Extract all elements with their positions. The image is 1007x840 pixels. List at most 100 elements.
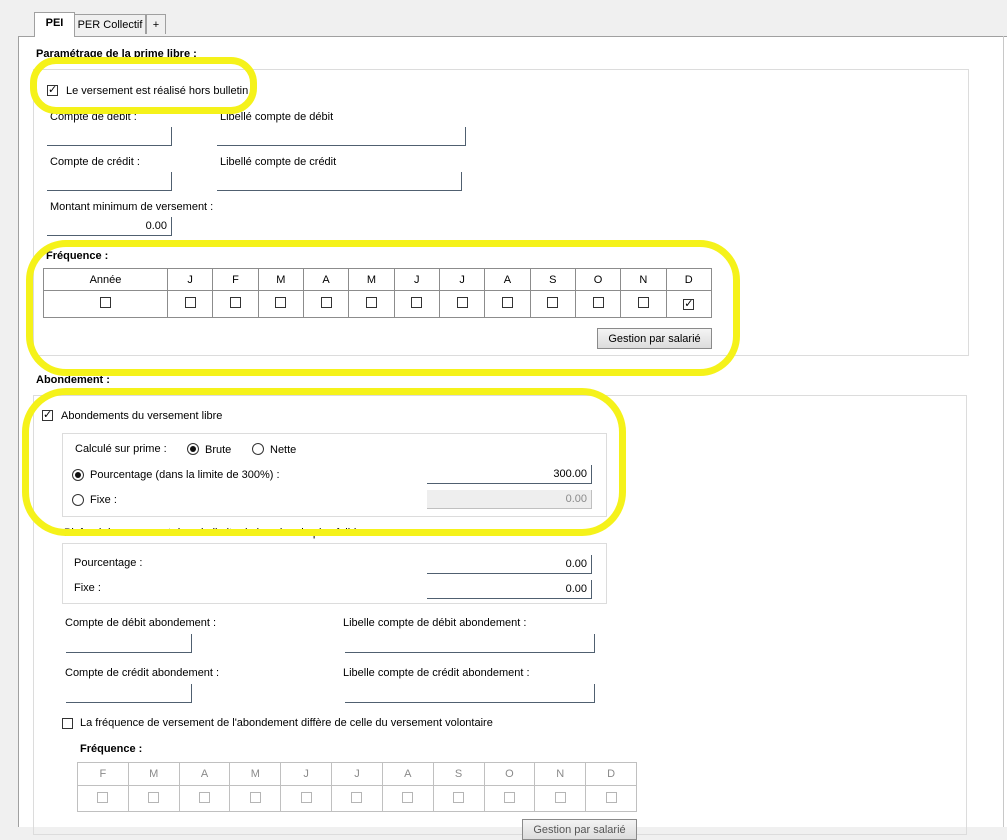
frequence-check-cell — [483, 785, 536, 812]
frequence-header-cell: A — [381, 762, 434, 786]
libelle-debit-label: Libellé compte de débit — [220, 111, 334, 123]
frequence-checkbox[interactable] — [411, 297, 423, 308]
frequence-checkbox[interactable] — [592, 297, 604, 308]
libelle-credit-input[interactable] — [217, 172, 462, 191]
libelle-credit-label: Libellé compte de crédit — [220, 156, 337, 168]
frequence-header-cell: M — [348, 268, 395, 291]
frequence-header-cell: M — [127, 762, 180, 786]
abondement-section-title: Abondement : — [36, 374, 110, 386]
pourcentage-input[interactable]: 300.00 — [427, 465, 592, 484]
tab-per-collectif[interactable]: PER Collectif — [74, 14, 146, 34]
prime-gestion-button[interactable]: Gestion par salarié — [597, 328, 712, 349]
frequence-checkbox[interactable] — [547, 297, 559, 308]
plafond-fixe-label: Fixe : — [74, 582, 101, 594]
frequence-checkbox[interactable] — [229, 297, 241, 308]
frequence-checkbox[interactable] — [249, 791, 261, 803]
frequence-check-cell — [229, 785, 282, 812]
frequence-header-cell: A — [178, 762, 231, 786]
frequence-check-cell — [127, 785, 180, 812]
frequence-checkbox[interactable] — [97, 791, 109, 803]
frequence-check-cell — [331, 785, 383, 812]
abondements-checkbox[interactable]: ✓ — [42, 410, 53, 421]
frequence-check-cell — [77, 785, 129, 812]
compte-debit-input[interactable] — [47, 127, 172, 146]
frequence-checkbox[interactable] — [351, 791, 363, 803]
abondement-gestion-button[interactable]: Gestion par salarié — [522, 819, 637, 840]
abondements-label: Abondements du versement libre — [61, 410, 223, 422]
frequence-checkbox[interactable] — [453, 791, 465, 803]
frequence-check-cell — [166, 290, 214, 318]
compte-debit-ab-label: Compte de débit abondement : — [65, 617, 217, 629]
frequence-check-cell — [43, 290, 168, 318]
panel-right-edge — [1003, 36, 1004, 827]
compte-debit-ab-input[interactable] — [66, 634, 192, 653]
fixe-input[interactable]: 0.00 — [427, 490, 592, 509]
frequence-checkbox[interactable] — [365, 297, 377, 308]
plafond-pourcentage-input[interactable]: 0.00 — [427, 555, 592, 574]
prime-frequence-title: Fréquence : — [46, 250, 109, 262]
frequence-header-cell: J — [438, 268, 486, 291]
frequence-check-cell — [534, 785, 587, 812]
fixe-label: Fixe : — [90, 494, 117, 506]
frequence-header-cell: N — [620, 268, 667, 291]
frequence-header-cell: A — [484, 268, 531, 291]
frequence-check-cell — [620, 290, 667, 318]
compte-credit-input[interactable] — [47, 172, 172, 191]
frequence-header-cell: J — [331, 762, 383, 786]
libelle-debit-ab-label: Libelle compte de débit abondement : — [343, 617, 527, 629]
frequence-checkbox[interactable] — [99, 297, 111, 308]
frequence-differe-checkbox[interactable] — [62, 718, 73, 729]
frequence-check-cell — [529, 290, 576, 318]
brute-radio[interactable] — [187, 443, 199, 455]
frequence-header-cell: O — [574, 268, 622, 291]
compte-credit-label: Compte de crédit : — [50, 156, 140, 168]
frequence-header-cell: F — [77, 762, 129, 786]
frequence-checkbox[interactable] — [199, 791, 211, 803]
compte-credit-ab-input[interactable] — [66, 684, 192, 703]
frequence-differe-label: La fréquence de versement de l'abondemen… — [80, 717, 493, 729]
check-icon: ✓ — [48, 84, 58, 96]
abondement-frequence-title: Fréquence : — [80, 743, 143, 755]
pourcentage-radio[interactable] — [72, 469, 84, 481]
frequence-checkbox[interactable] — [148, 791, 160, 803]
frequence-checkbox[interactable] — [605, 791, 617, 803]
frequence-check-cell — [348, 290, 395, 318]
frequence-checkbox[interactable] — [501, 297, 513, 308]
fixe-radio[interactable] — [72, 494, 84, 506]
frequence-checkbox[interactable] — [637, 297, 649, 308]
frequence-checkbox[interactable] — [554, 791, 566, 803]
frequence-check-cell — [381, 785, 434, 812]
plafond-fixe-input[interactable]: 0.00 — [427, 580, 592, 599]
frequence-check-cell — [280, 785, 333, 812]
frequence-checkbox[interactable]: ✓ — [683, 299, 695, 310]
nette-radio[interactable] — [252, 443, 264, 455]
abondement-frequence-table: FMAMJJASOND — [77, 762, 637, 812]
frequence-checkbox[interactable] — [300, 791, 312, 803]
hors-bulletin-label: Le versement est réalisé hors bulletin — [66, 85, 249, 97]
frequence-check-cell — [574, 290, 622, 318]
libelle-credit-ab-input[interactable] — [345, 684, 595, 703]
frequence-header-cell: M — [257, 268, 304, 291]
compte-debit-label: Compte de débit : — [50, 111, 137, 123]
frequence-checkbox[interactable] — [184, 297, 196, 308]
frequence-checkbox[interactable] — [275, 297, 287, 308]
frequence-checkbox[interactable] — [320, 297, 332, 308]
frequence-header-cell: J — [280, 762, 333, 786]
frequence-checkbox[interactable] — [456, 297, 468, 308]
frequence-header-cell: J — [393, 268, 440, 291]
tab-add[interactable]: + — [146, 14, 166, 34]
frequence-header-cell: A — [302, 268, 350, 291]
frequence-header-cell: S — [432, 762, 485, 786]
montant-min-input[interactable]: 0.00 — [47, 217, 172, 236]
frequence-checkbox[interactable] — [402, 791, 414, 803]
tab-pei[interactable]: PEI — [34, 12, 75, 37]
libelle-debit-input[interactable] — [217, 127, 466, 146]
frequence-checkbox[interactable] — [503, 791, 515, 803]
hors-bulletin-checkbox[interactable]: ✓ — [47, 85, 58, 96]
frequence-check-cell — [393, 290, 440, 318]
frequence-check-cell — [432, 785, 485, 812]
libelle-debit-ab-input[interactable] — [345, 634, 595, 653]
pourcentage-label: Pourcentage (dans la limite de 300%) : — [90, 469, 280, 481]
frequence-check-cell: ✓ — [665, 290, 713, 318]
compte-credit-ab-label: Compte de crédit abondement : — [65, 667, 220, 679]
